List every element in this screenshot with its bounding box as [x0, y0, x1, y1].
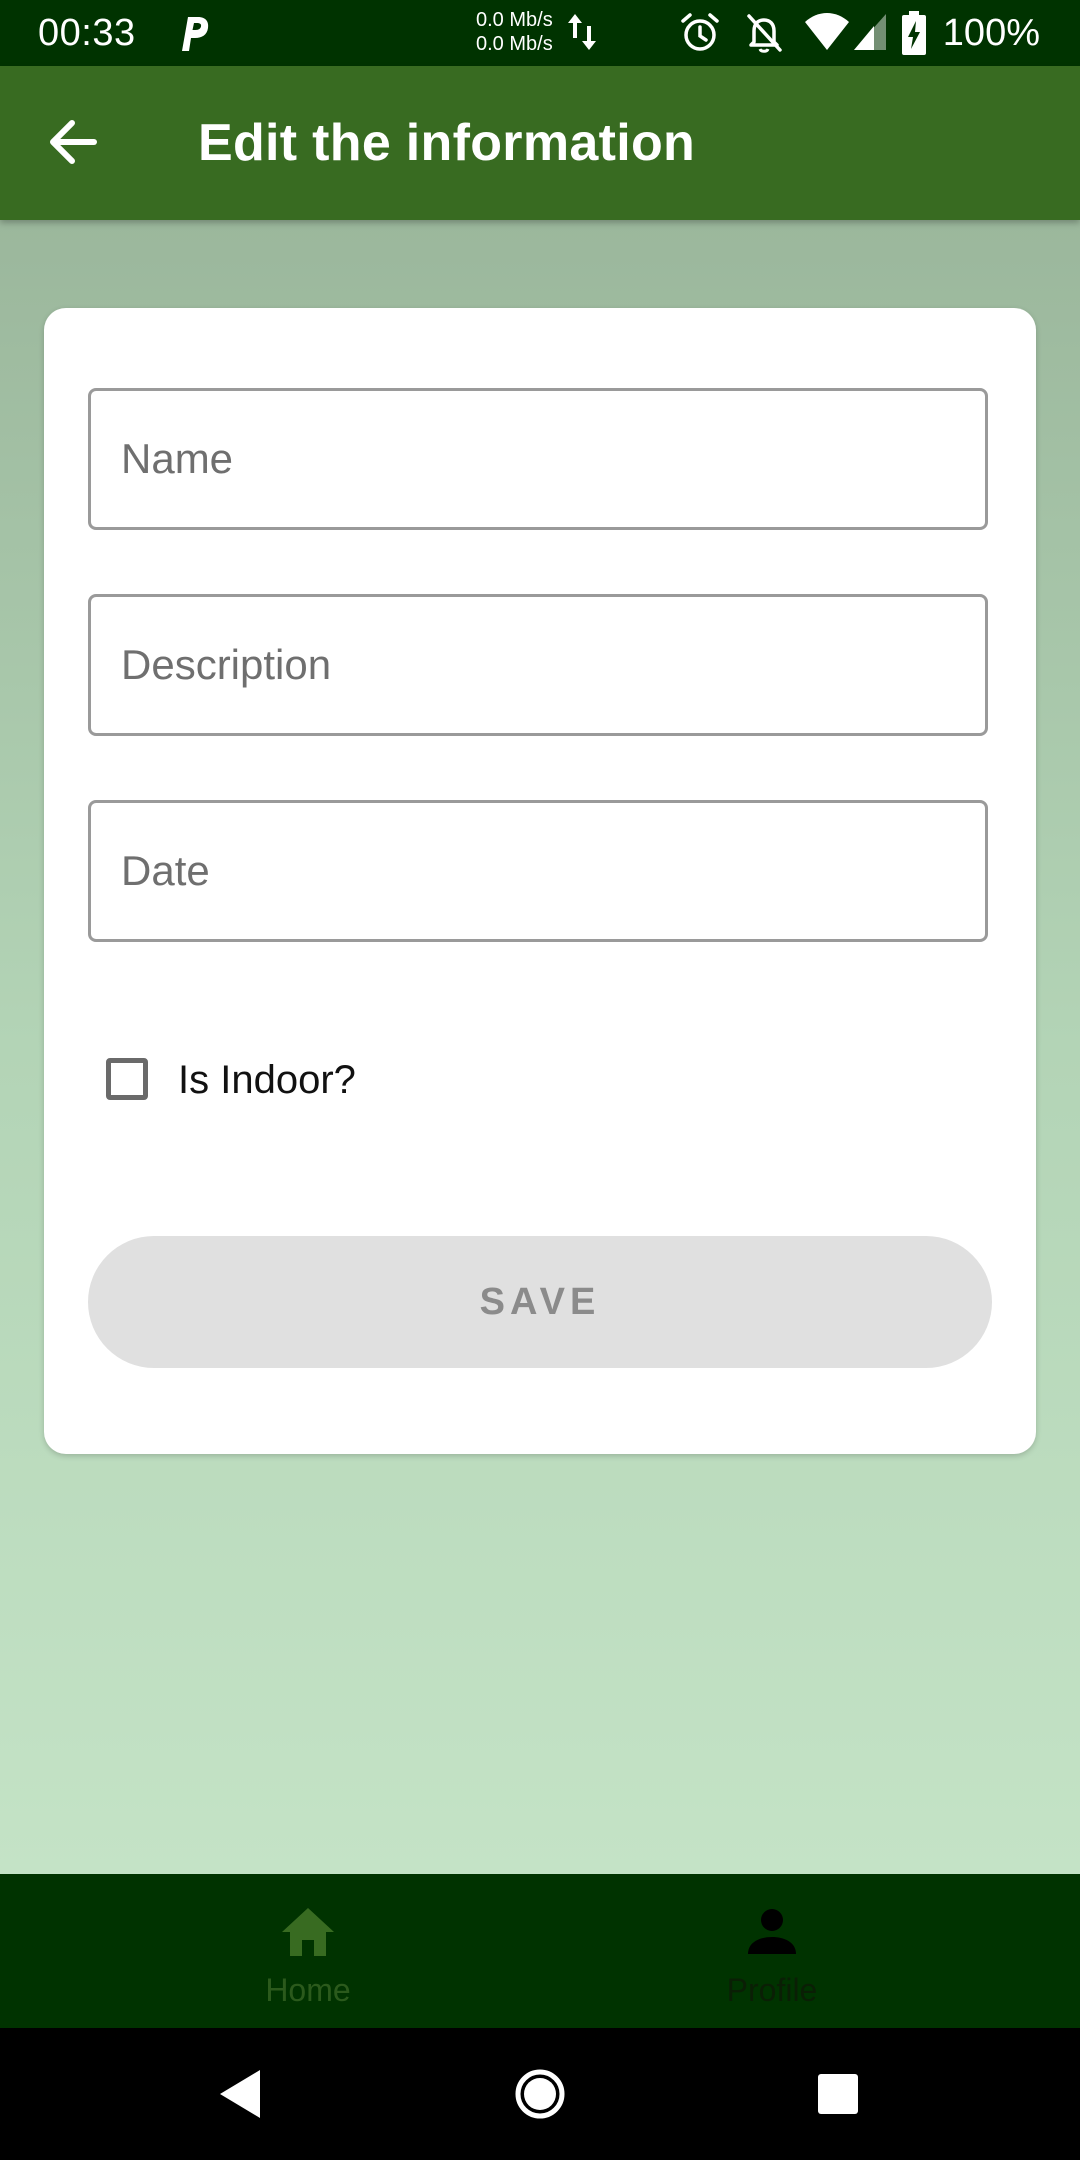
date-field[interactable]	[88, 800, 988, 942]
bottom-navigation: Home Profile	[0, 1874, 1080, 2028]
net-up-text: 0.0 Mb/s	[476, 9, 553, 31]
data-arrows-icon	[568, 14, 596, 50]
name-input[interactable]	[91, 391, 985, 527]
arrow-back-icon[interactable]	[42, 110, 106, 174]
alarm-icon	[681, 13, 719, 51]
battery-charging-icon	[902, 11, 926, 55]
is-indoor-row[interactable]: Is Indoor?	[106, 1052, 506, 1112]
nav-label-home: Home	[265, 1972, 351, 2008]
page-title: Edit the information	[198, 114, 696, 172]
home-icon	[282, 1908, 334, 1956]
system-recents-icon[interactable]	[802, 2058, 874, 2130]
is-indoor-label: Is Indoor?	[178, 1058, 356, 1102]
status-time: 00:33	[38, 12, 136, 54]
screen: 00:33 0.0 Mb/s 0.0 Mb/s 100% Edit the in…	[0, 0, 1080, 2160]
app-bar: Edit the information	[0, 66, 1080, 220]
parking-icon	[182, 17, 209, 51]
form-card: Is Indoor? SAVE	[44, 308, 1036, 1454]
is-indoor-checkbox[interactable]	[106, 1058, 148, 1100]
system-home-icon[interactable]	[504, 2058, 576, 2130]
cell-signal-icon	[854, 14, 886, 50]
bell-off-icon	[747, 14, 782, 53]
description-field[interactable]	[88, 594, 988, 736]
system-back-icon[interactable]	[204, 2058, 276, 2130]
date-input[interactable]	[91, 803, 985, 939]
wifi-icon	[805, 13, 849, 50]
person-icon	[748, 1909, 796, 1954]
nav-item-home[interactable]: Home	[208, 1874, 408, 2028]
description-input[interactable]	[91, 597, 985, 733]
name-field[interactable]	[88, 388, 988, 530]
nav-item-profile[interactable]: Profile	[672, 1874, 872, 2028]
network-speed: 0.0 Mb/s 0.0 Mb/s	[476, 8, 553, 56]
nav-label-profile: Profile	[726, 1972, 818, 2008]
save-button[interactable]: SAVE	[88, 1236, 992, 1368]
battery-percent: 100%	[942, 12, 1040, 54]
system-navigation-bar	[0, 2028, 1080, 2160]
net-down-text: 0.0 Mb/s	[476, 33, 553, 55]
content-area: Is Indoor? SAVE	[0, 220, 1080, 1874]
status-bar: 00:33 0.0 Mb/s 0.0 Mb/s 100%	[0, 0, 1080, 66]
